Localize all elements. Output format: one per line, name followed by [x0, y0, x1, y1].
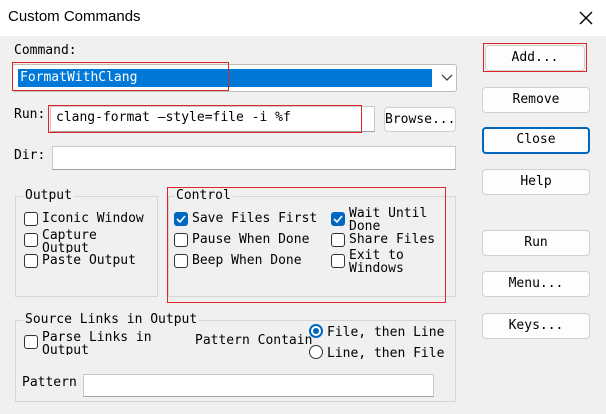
- pattern-input[interactable]: [83, 374, 434, 397]
- add-button[interactable]: Add...: [485, 45, 585, 71]
- menu-button[interactable]: Menu...: [482, 271, 590, 297]
- iconic-window-label: Iconic Window: [42, 211, 144, 226]
- pattern-label: Pattern: [22, 375, 77, 390]
- beep-when-done-label: Beep When Done: [192, 253, 302, 268]
- capture-output-label: Capture Output: [42, 229, 97, 253]
- paste-output-label: Paste Output: [42, 253, 136, 268]
- chevron-down-icon[interactable]: [440, 70, 454, 84]
- exit-to-windows-label: Exit to Windows: [349, 249, 404, 273]
- file-then-line-label: File, then Line: [327, 325, 445, 340]
- pause-when-done-checkbox[interactable]: [174, 233, 188, 247]
- wait-until-done-label: Wait Until Done: [349, 207, 428, 231]
- dir-label: Dir:: [14, 148, 46, 163]
- source-links-group-title: Source Links in Output: [23, 312, 200, 327]
- line-then-file-radio[interactable]: [309, 345, 323, 359]
- command-combobox[interactable]: FormatWithClang: [12, 64, 457, 92]
- beep-when-done-checkbox[interactable]: [174, 254, 188, 268]
- dir-input[interactable]: [52, 146, 456, 170]
- share-files-checkbox[interactable]: [331, 233, 345, 247]
- close-button[interactable]: Close: [482, 127, 590, 154]
- run-button[interactable]: Run: [482, 230, 590, 256]
- share-files-label: Share Files: [349, 232, 436, 247]
- pause-when-done-label: Pause When Done: [192, 232, 310, 247]
- wait-until-done-checkbox[interactable]: [331, 212, 345, 226]
- pattern-contain-label: Pattern Contain: [195, 333, 313, 348]
- parse-links-label: Parse Links in Output: [42, 331, 152, 355]
- window-title: Custom Commands: [8, 8, 141, 25]
- exit-to-windows-checkbox[interactable]: [331, 254, 345, 268]
- window-close-button[interactable]: [574, 6, 598, 30]
- save-files-first-checkbox[interactable]: [174, 212, 188, 226]
- save-files-first-label: Save Files First: [192, 211, 318, 226]
- help-button[interactable]: Help: [482, 169, 590, 195]
- run-input[interactable]: clang-format —style=file -i %f: [50, 106, 375, 132]
- remove-button[interactable]: Remove: [482, 87, 590, 113]
- run-label: Run:: [14, 107, 46, 122]
- checkmark-icon: [333, 215, 343, 224]
- keys-button[interactable]: Keys...: [482, 313, 590, 339]
- output-group-title: Output: [23, 188, 74, 203]
- control-group-title: Control: [174, 188, 233, 203]
- parse-links-checkbox[interactable]: [24, 335, 38, 349]
- capture-output-checkbox[interactable]: [24, 233, 38, 247]
- paste-output-checkbox[interactable]: [24, 254, 38, 268]
- command-combobox-value: FormatWithClang: [18, 69, 432, 87]
- line-then-file-label: Line, then File: [327, 346, 445, 361]
- iconic-window-checkbox[interactable]: [24, 212, 38, 226]
- browse-button[interactable]: Browse...: [384, 107, 456, 132]
- close-icon: [579, 11, 593, 25]
- command-label: Command:: [14, 43, 77, 58]
- checkmark-icon: [176, 215, 186, 224]
- file-then-line-radio[interactable]: [309, 324, 323, 338]
